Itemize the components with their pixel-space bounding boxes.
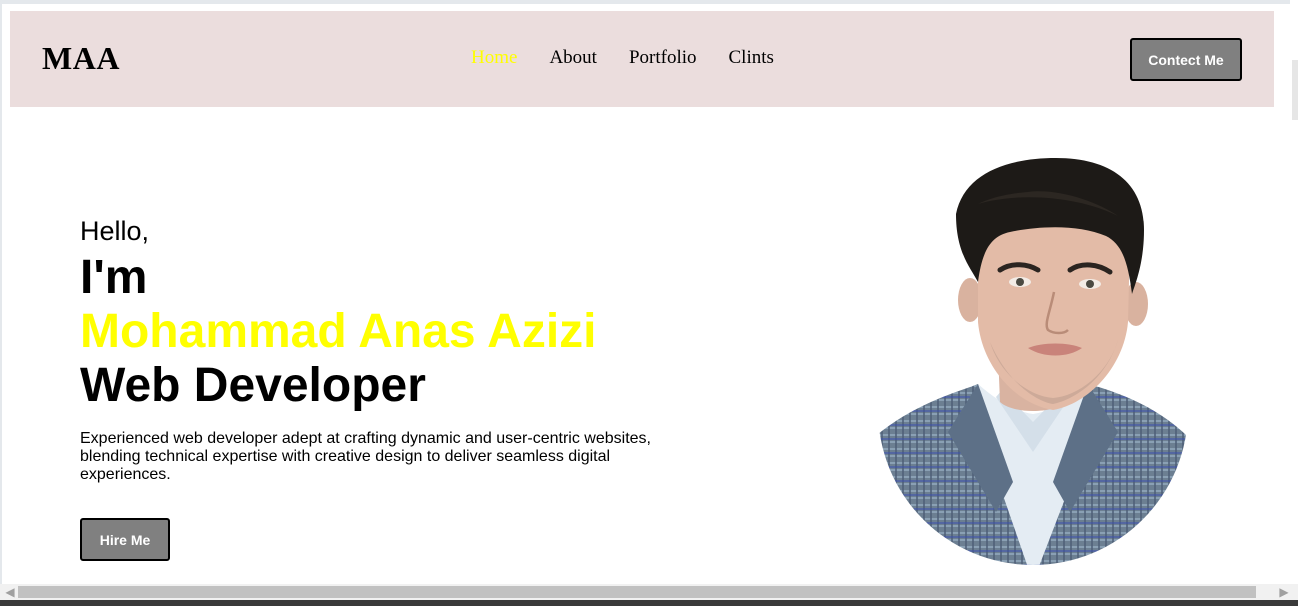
vertical-scrollbar-thumb[interactable]: [1292, 60, 1298, 120]
main-nav: Home About Portfolio Clints: [471, 47, 774, 69]
hire-me-button[interactable]: Hire Me: [80, 518, 170, 561]
window-frame-left: [0, 0, 2, 606]
hero-greeting: Hello,: [80, 216, 150, 246]
chevron-right-icon[interactable]: ▶: [1276, 584, 1292, 600]
hero-intro: I'm: [80, 251, 148, 304]
profile-photo: [878, 158, 1188, 565]
hero-name: Mohammad Anas Azizi: [80, 305, 597, 358]
nav-about-link[interactable]: About: [549, 47, 597, 69]
chevron-left-icon[interactable]: ◀: [2, 584, 18, 600]
window-frame-top: [0, 0, 1298, 4]
contact-button[interactable]: Contect Me: [1130, 38, 1242, 81]
horizontal-scrollbar[interactable]: ◀ ▶: [0, 584, 1298, 600]
nav-portfolio-link[interactable]: Portfolio: [629, 47, 697, 69]
hero-role: Web Developer: [80, 359, 426, 412]
site-logo[interactable]: MAA: [42, 40, 120, 77]
horizontal-scrollbar-thumb[interactable]: [18, 586, 1256, 598]
hero-description: Experienced web developer adept at craft…: [80, 430, 651, 483]
window-bottom-edge: [0, 600, 1298, 606]
nav-home-link[interactable]: Home: [471, 47, 517, 69]
nav-clients-link[interactable]: Clints: [729, 47, 774, 69]
site-header: MAA Home About Portfolio Clints Contect …: [10, 11, 1274, 107]
